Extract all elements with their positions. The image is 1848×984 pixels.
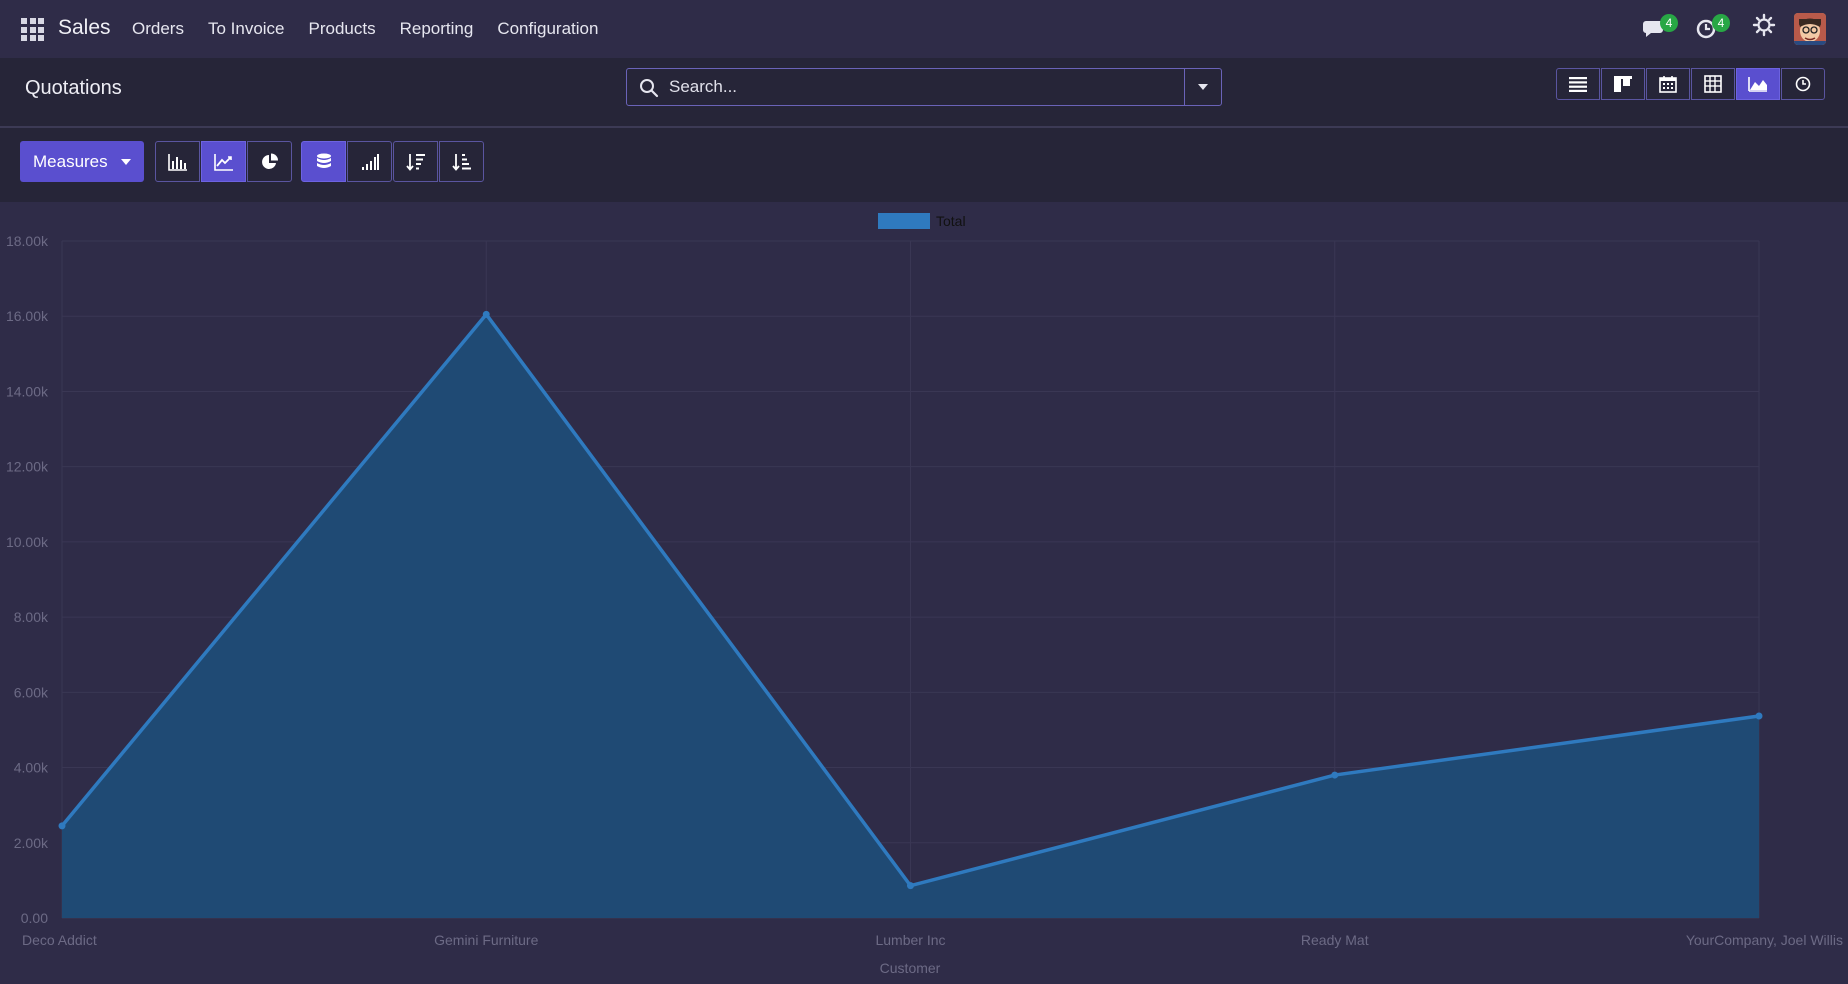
search-icon [640,79,659,98]
y-tick-label: 2.00k [14,835,49,851]
caret-down-icon [121,159,131,165]
y-axis-tick-labels: 0.00 2.00k 4.00k 6.00k 8.00k 10.00k 12.00k 14.0… [6,233,49,926]
x-tick-label: Ready Mat [1301,932,1369,948]
y-tick-label: 10.00k [6,534,49,550]
messages-badge: 4 [1660,14,1678,32]
y-tick-label: 8.00k [14,609,49,625]
y-tick-label: 6.00k [14,684,49,700]
main-menu: Orders To Invoice Products Reporting Con… [132,0,622,58]
main-navbar: Sales Orders To Invoice Products Reporti… [0,0,1848,58]
x-axis-tick-labels: Deco Addict Gemini Furniture Lumber Inc Rea… [22,932,1843,948]
menu-reporting[interactable]: Reporting [400,19,474,39]
menu-orders[interactable]: Orders [132,19,184,39]
measures-label: Measures [33,152,108,171]
user-avatar-icon [1794,13,1826,45]
x-tick-label: Deco Addict [22,932,97,948]
pie-chart-button[interactable] [247,141,292,182]
legend-label[interactable]: Total [936,213,966,229]
y-tick-label: 4.00k [14,760,49,776]
measures-dropdown-button[interactable]: Measures [20,141,144,182]
legend-swatch[interactable] [878,213,930,229]
x-tick-label: Gemini Furniture [434,932,538,948]
y-tick-label: 0.00 [21,910,48,926]
view-list-button[interactable] [1556,68,1600,100]
signal-bars-icon [361,153,379,170]
sort-options-group [393,141,485,182]
area-chart-icon [1748,77,1767,92]
chart-type-group [155,141,293,182]
search-input[interactable] [669,69,1169,105]
search-bar [626,68,1222,106]
y-tick-label: 16.00k [6,308,49,324]
activities-badge: 4 [1712,14,1730,32]
app-brand[interactable]: Sales [58,16,111,40]
control-panel: Quotations [0,58,1848,128]
calendar-view-icon [1659,76,1677,93]
x-tick-label: Lumber Inc [875,932,945,948]
list-view-icon [1569,77,1587,92]
database-icon [316,153,331,168]
x-axis-title: Customer [880,960,941,976]
data-point[interactable] [907,882,914,890]
area-chart[interactable]: 0.00 2.00k 4.00k 6.00k 8.00k 10.00k 12.00k 14.0… [0,202,1848,984]
data-point[interactable] [482,310,490,318]
line-chart-icon [213,153,233,171]
clock-icon [1795,76,1811,92]
pie-chart-icon [261,153,278,169]
sort-descending-button[interactable] [393,141,438,182]
activities-button[interactable]: 4 [1695,14,1730,43]
y-tick-label: 18.00k [6,233,49,249]
data-point[interactable] [58,822,66,830]
kanban-view-icon [1614,76,1632,92]
view-switcher [1556,68,1826,100]
data-point[interactable] [1755,712,1763,720]
bar-chart-icon [167,153,187,171]
cumulative-toggle-button[interactable] [347,141,392,182]
y-tick-label: 14.00k [6,383,49,399]
apps-grid-icon[interactable] [21,18,44,41]
menu-products[interactable]: Products [309,19,376,39]
stack-options-group [301,141,393,182]
view-pivot-button[interactable] [1691,68,1735,100]
search-options-toggle[interactable] [1184,69,1221,105]
sort-ascending-button[interactable] [439,141,484,182]
graph-chart-area: 0.00 2.00k 4.00k 6.00k 8.00k 10.00k 12.00k 14.0… [0,202,1848,984]
view-activity-button[interactable] [1781,68,1825,100]
y-tick-label: 12.00k [6,459,49,475]
debug-icon [1752,13,1776,37]
line-chart-button[interactable] [201,141,246,182]
stacked-toggle-button[interactable] [301,141,346,182]
view-kanban-button[interactable] [1601,68,1645,100]
avatar[interactable] [1794,13,1826,45]
menu-configuration[interactable]: Configuration [497,19,598,39]
messaging-button[interactable]: 4 [1643,14,1678,43]
x-tick-label: YourCompany, Joel Willis [1686,932,1843,948]
graph-toolbar: Measures [0,128,1848,202]
debug-button[interactable] [1752,13,1780,41]
menu-to-invoice[interactable]: To Invoice [208,19,285,39]
pivot-view-icon [1704,75,1722,93]
sort-descending-icon [405,153,425,171]
view-calendar-button[interactable] [1646,68,1690,100]
sort-ascending-icon [451,153,471,171]
data-point[interactable] [1331,771,1339,779]
chevron-down-icon [1198,84,1208,90]
view-graph-button[interactable] [1736,68,1780,100]
page-title: Quotations [25,77,122,99]
bar-chart-button[interactable] [155,141,200,182]
